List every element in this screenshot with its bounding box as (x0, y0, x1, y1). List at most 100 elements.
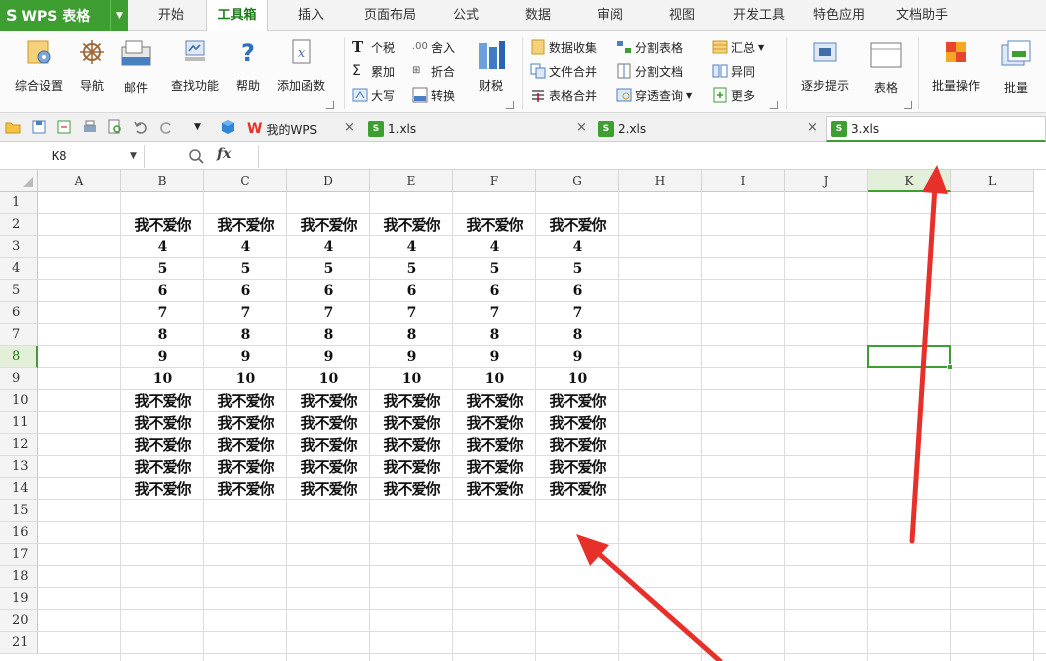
column-header-c[interactable]: C (204, 170, 287, 192)
group-launcher-icon[interactable] (326, 101, 334, 109)
active-cell-selection[interactable] (867, 345, 951, 368)
step-hint-button[interactable]: 逐步提示 (794, 37, 856, 94)
diff-button[interactable]: 异同 (712, 60, 755, 82)
cell-b3[interactable]: 4 (121, 236, 204, 258)
cross-query-button[interactable]: 穿透查询 ▼ (616, 84, 692, 106)
fill-handle[interactable] (947, 364, 953, 370)
column-header-b[interactable]: B (121, 170, 204, 192)
file-merge-button[interactable]: 文件合并 (530, 60, 597, 82)
close-icon[interactable]: × (576, 120, 587, 135)
row-header-6[interactable]: 6 (0, 302, 38, 324)
cell-c12[interactable]: 我不爱你 (204, 434, 287, 456)
print-icon[interactable] (82, 119, 98, 135)
add-function-button[interactable]: x 添加函数 (270, 37, 332, 94)
tab-data[interactable]: 数据 (512, 0, 564, 31)
select-all-corner[interactable] (0, 170, 38, 192)
chevron-down-icon[interactable]: ▼ (194, 119, 210, 135)
cell-d2[interactable]: 我不爱你 (287, 214, 370, 236)
cell-d3[interactable]: 4 (287, 236, 370, 258)
cell-b14[interactable]: 我不爱你 (121, 478, 204, 500)
cell-d10[interactable]: 我不爱你 (287, 390, 370, 412)
row-header-4[interactable]: 4 (0, 258, 38, 280)
row-header-2[interactable]: 2 (0, 214, 38, 236)
cell-e13[interactable]: 我不爱你 (370, 456, 453, 478)
cell-g11[interactable]: 我不爱你 (536, 412, 619, 434)
group-launcher-icon[interactable] (506, 101, 514, 109)
cell-f3[interactable]: 4 (453, 236, 536, 258)
cell-d7[interactable]: 8 (287, 324, 370, 346)
column-header-h[interactable]: H (619, 170, 702, 192)
cell-d12[interactable]: 我不爱你 (287, 434, 370, 456)
cell-g2[interactable]: 我不爱你 (536, 214, 619, 236)
print-preview-icon[interactable] (107, 119, 123, 135)
cell-c10[interactable]: 我不爱你 (204, 390, 287, 412)
cell-f2[interactable]: 我不爱你 (453, 214, 536, 236)
cell-c4[interactable]: 5 (204, 258, 287, 280)
find-function-button[interactable]: 查找功能 (164, 37, 226, 94)
tab-review[interactable]: 审阅 (584, 0, 636, 31)
cell-f9[interactable]: 10 (453, 368, 536, 390)
cell-b4[interactable]: 5 (121, 258, 204, 280)
cell-b10[interactable]: 我不爱你 (121, 390, 204, 412)
uppercase-button[interactable]: 大写 (352, 84, 395, 106)
convert-button[interactable]: 转换 (412, 84, 455, 106)
row-header-20[interactable]: 20 (0, 610, 38, 632)
summary-button[interactable]: 汇总 ▼ (712, 36, 764, 58)
insert-function-button[interactable]: fx (217, 146, 231, 162)
export-pdf-icon[interactable] (56, 119, 72, 135)
app-menu-button[interactable]: S WPS 表格 ▼ (0, 0, 128, 31)
discount-button[interactable]: ⊞ 折合 (412, 60, 455, 82)
cell-b6[interactable]: 7 (121, 302, 204, 324)
row-header-11[interactable]: 11 (0, 412, 38, 434)
cell-e10[interactable]: 我不爱你 (370, 390, 453, 412)
cell-e9[interactable]: 10 (370, 368, 453, 390)
cell-c9[interactable]: 10 (204, 368, 287, 390)
column-header-f[interactable]: F (453, 170, 536, 192)
cell-c13[interactable]: 我不爱你 (204, 456, 287, 478)
row-header-3[interactable]: 3 (0, 236, 38, 258)
cell-b2[interactable]: 我不爱你 (121, 214, 204, 236)
cell-g9[interactable]: 10 (536, 368, 619, 390)
table-merge-button[interactable]: 表格合并 (530, 84, 597, 106)
cell-e3[interactable]: 4 (370, 236, 453, 258)
tab-document-1[interactable]: S 1.xls (368, 116, 416, 142)
cell-b12[interactable]: 我不爱你 (121, 434, 204, 456)
batch-operation-button[interactable]: 批量操作 (924, 37, 988, 94)
cell-g7[interactable]: 8 (536, 324, 619, 346)
cell-d9[interactable]: 10 (287, 368, 370, 390)
save-icon[interactable] (31, 119, 47, 135)
cell-b9[interactable]: 10 (121, 368, 204, 390)
cell-b7[interactable]: 8 (121, 324, 204, 346)
tab-view[interactable]: 视图 (656, 0, 708, 31)
cell-f12[interactable]: 我不爱你 (453, 434, 536, 456)
row-header-16[interactable]: 16 (0, 522, 38, 544)
tab-formula[interactable]: 公式 (440, 0, 492, 31)
cell-f14[interactable]: 我不爱你 (453, 478, 536, 500)
cell-f11[interactable]: 我不爱你 (453, 412, 536, 434)
cell-g3[interactable]: 4 (536, 236, 619, 258)
table-button[interactable]: 表格 (862, 37, 910, 96)
undo-icon[interactable] (133, 119, 149, 135)
tab-page-layout[interactable]: 页面布局 (354, 0, 426, 31)
cell-e12[interactable]: 我不爱你 (370, 434, 453, 456)
row-header-10[interactable]: 10 (0, 390, 38, 412)
split-document-button[interactable]: 分割文档 (616, 60, 683, 82)
column-header-k[interactable]: K (868, 170, 951, 192)
cell-g10[interactable]: 我不爱你 (536, 390, 619, 412)
cell-e4[interactable]: 5 (370, 258, 453, 280)
tab-developer[interactable]: 开发工具 (724, 0, 794, 31)
tab-my-wps[interactable]: W 我的WPS (247, 116, 317, 142)
cell-b11[interactable]: 我不爱你 (121, 412, 204, 434)
accumulate-button[interactable]: Σ 累加 (352, 60, 395, 82)
tab-document-2[interactable]: S 2.xls (598, 116, 646, 142)
cell-e2[interactable]: 我不爱你 (370, 214, 453, 236)
tab-document-3[interactable]: S 3.xls (826, 116, 1046, 142)
tab-start[interactable]: 开始 (146, 0, 196, 31)
tab-doc-assistant[interactable]: 文档助手 (884, 0, 960, 31)
row-header-8[interactable]: 8 (0, 346, 38, 368)
cell-d5[interactable]: 6 (287, 280, 370, 302)
batch-button[interactable]: 批量 (994, 37, 1038, 96)
row-header-19[interactable]: 19 (0, 588, 38, 610)
cell-d13[interactable]: 我不爱你 (287, 456, 370, 478)
tab-special-apps[interactable]: 特色应用 (804, 0, 874, 31)
